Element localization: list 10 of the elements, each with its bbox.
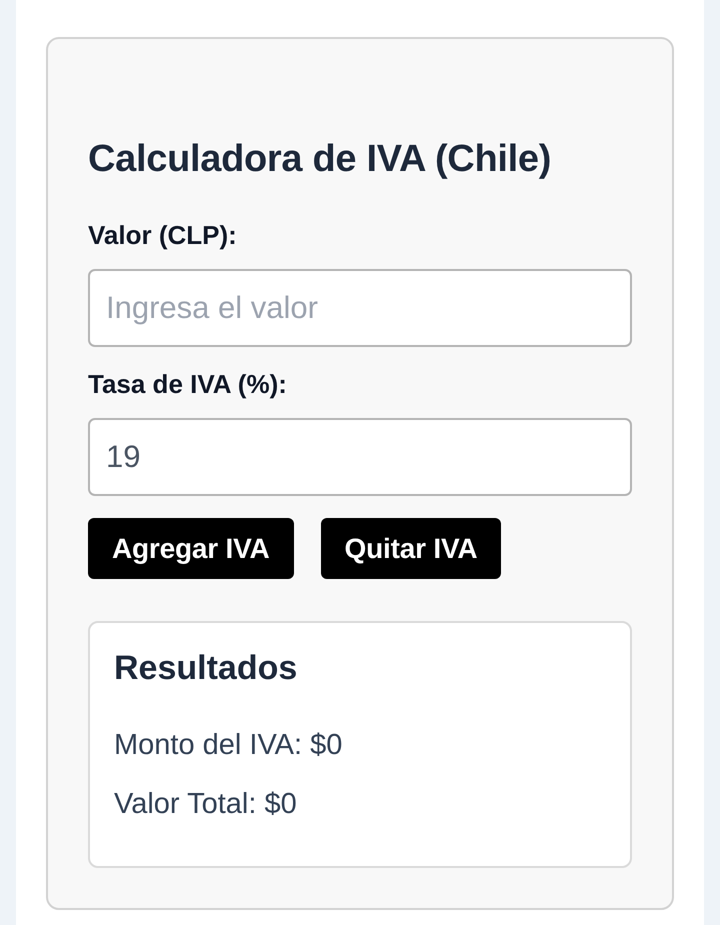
result-line: Monto del IVA: $0 bbox=[114, 728, 344, 763]
add-vat-button[interactable]: Agregar IVA bbox=[88, 518, 294, 579]
results-title: Resultados bbox=[114, 648, 298, 689]
calculator-title: Calculadora de IVA (Chile) bbox=[88, 137, 552, 182]
rate-input-field[interactable]: 19 bbox=[88, 418, 632, 496]
field-label: Valor (CLP): bbox=[88, 220, 238, 251]
value-input-field[interactable]: Ingresa el valor bbox=[88, 268, 632, 347]
field-label: Tasa de IVA (%): bbox=[88, 368, 288, 400]
result-line: Valor Total: $0 bbox=[114, 787, 298, 822]
remove-vat-button[interactable]: Quitar IVA bbox=[320, 518, 502, 579]
